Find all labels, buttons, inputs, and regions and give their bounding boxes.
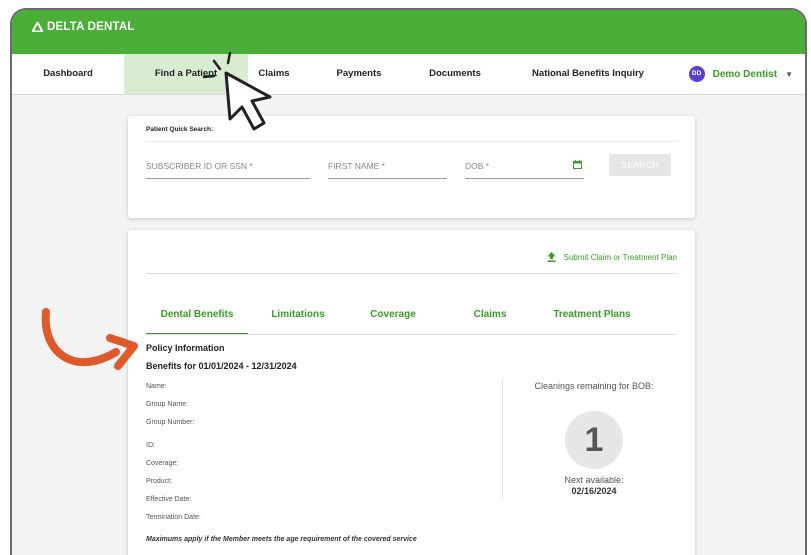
policy-information-heading: Policy Information xyxy=(146,343,225,353)
user-name: Demo Dentist xyxy=(712,68,778,80)
maximums-footnote: Maximums apply if the Member meets the a… xyxy=(146,536,417,543)
nav-item-payments[interactable]: Payments xyxy=(324,54,394,94)
cleanings-count-badge: 1 xyxy=(565,411,623,469)
chevron-down-icon: ▼ xyxy=(785,69,793,79)
tab-claims[interactable]: Claims xyxy=(465,309,515,333)
tab-dental-benefits[interactable]: Dental Benefits xyxy=(146,309,248,335)
upload-icon xyxy=(547,252,556,262)
nav-item-dashboard[interactable]: Dashboard xyxy=(12,54,124,94)
divider xyxy=(146,273,677,274)
submit-claim-label: Submit Claim or Treatment Plan xyxy=(563,252,677,262)
calendar-icon[interactable] xyxy=(573,160,582,169)
search-button[interactable]: SEARCH xyxy=(609,154,671,176)
tab-divider xyxy=(146,334,677,335)
app-window: DELTA DENTAL Dashboard Find a Patient Cl… xyxy=(10,8,807,555)
field-group-name-label: Group Name: xyxy=(146,401,189,408)
field-group-number-label: Group Number: xyxy=(146,419,195,426)
brand-name: DELTA DENTAL xyxy=(47,21,135,33)
field-product-label: Product: xyxy=(146,478,173,485)
field-id-label: ID: xyxy=(146,442,155,449)
cleanings-remaining-label: Cleanings remaining for BOB: xyxy=(534,381,654,391)
nav-item-national-benefits-inquiry[interactable]: National Benefits Inquiry xyxy=(517,54,659,94)
column-divider xyxy=(502,378,503,498)
curved-arrow-icon xyxy=(41,308,138,370)
benefits-period-heading: Benefits for 01/01/2024 - 12/31/2024 xyxy=(146,361,297,371)
main-nav: Dashboard Find a Patient Claims Payments… xyxy=(12,54,805,95)
top-bar: DELTA DENTAL xyxy=(12,10,805,54)
dob-input[interactable]: DOB * xyxy=(465,156,584,179)
tab-treatment-plans[interactable]: Treatment Plans xyxy=(542,309,642,333)
field-effective-date-label: Effective Date: xyxy=(146,496,192,503)
cursor-pointer-icon xyxy=(202,51,272,131)
tab-coverage[interactable]: Coverage xyxy=(358,309,428,333)
patient-details-card: Submit Claim or Treatment Plan Dental Be… xyxy=(128,230,695,555)
field-termination-date-label: Termination Date: xyxy=(146,514,201,521)
first-name-input[interactable]: FIRST NAME * xyxy=(328,156,447,179)
subscriber-id-placeholder: SUBSCRIBER ID OR SSN * xyxy=(146,161,253,171)
first-name-placeholder: FIRST NAME * xyxy=(328,161,385,171)
field-name-label: Name: xyxy=(146,383,167,390)
next-available-label: Next available: xyxy=(564,475,624,485)
next-available-date: 02/16/2024 xyxy=(571,486,617,496)
delta-logo-icon xyxy=(32,22,43,32)
divider xyxy=(146,141,677,142)
tab-limitations[interactable]: Limitations xyxy=(262,309,334,333)
user-menu[interactable]: DD Demo Dentist ▼ xyxy=(688,54,793,94)
subscriber-id-input[interactable]: SUBSCRIBER ID OR SSN * xyxy=(146,156,310,179)
dob-placeholder: DOB * xyxy=(465,161,490,171)
submit-claim-link[interactable]: Submit Claim or Treatment Plan xyxy=(547,252,677,262)
avatar: DD xyxy=(688,66,705,82)
nav-item-documents[interactable]: Documents xyxy=(417,54,493,94)
field-coverage-label: Coverage: xyxy=(146,460,179,467)
brand-logo[interactable]: DELTA DENTAL xyxy=(32,21,135,33)
